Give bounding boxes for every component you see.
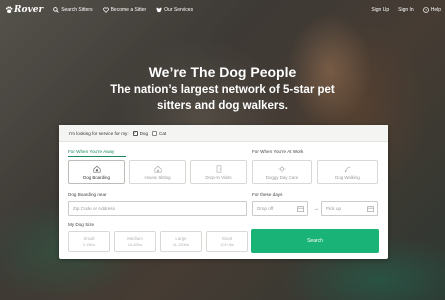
pickup-placeholder: Pick up	[326, 206, 342, 211]
nav-our-services-label: Our Services	[164, 6, 194, 13]
service-dog-boarding[interactable]: Dog Boarding	[68, 160, 125, 184]
rover-logo[interactable]: Rover	[5, 5, 43, 15]
dog-boarding-icon	[92, 165, 101, 173]
dog-checkbox[interactable]: ✓ Dog	[132, 130, 149, 136]
dropoff-placeholder: Drop off	[257, 206, 274, 211]
service-doggy-day-care[interactable]: Doggy Day Care	[252, 160, 312, 184]
dog-checkbox-label: Dog	[139, 130, 149, 136]
size-name: Small	[83, 236, 95, 241]
nav-become-sitter[interactable]: Become a Sitter	[102, 6, 147, 13]
nav-sign-up[interactable]: Sign Up	[371, 7, 389, 13]
door-icon	[216, 164, 221, 173]
nav-help[interactable]: ? Help	[422, 6, 441, 13]
size-option-large[interactable]: Large 41-100lbs	[160, 231, 202, 252]
pet-type-bar: I'm looking for service for my: ✓ Dog Ca…	[59, 125, 388, 142]
size-label: My Dog Size	[68, 222, 95, 227]
size-option-small[interactable]: Small 0-15lbs	[68, 231, 110, 252]
size-option-medium[interactable]: Medium 16-40lbs	[114, 231, 156, 252]
date-range-arrow-icon: →	[313, 206, 319, 212]
help-icon: ?	[422, 6, 429, 13]
service-house-sitting[interactable]: House Sitting	[129, 160, 186, 184]
hero-title: We’re The Dog People	[148, 64, 297, 80]
house-icon	[153, 165, 162, 173]
svg-text:?: ?	[425, 8, 427, 12]
service-dog-boarding-label: Dog Boarding	[83, 174, 110, 180]
work-section-label[interactable]: For When You're At Work	[252, 149, 303, 154]
leash-icon	[344, 166, 351, 172]
sun-icon	[278, 164, 286, 173]
nav-sign-up-label: Sign Up	[371, 6, 390, 13]
days-label: For these days	[252, 192, 283, 197]
nav-sign-in[interactable]: Sign In	[398, 7, 414, 13]
pickup-input[interactable]: Pick up	[321, 201, 378, 216]
location-label: Dog Boarding near	[68, 192, 107, 197]
dog-icon	[156, 7, 162, 12]
cat-checkbox-label: Cat	[159, 130, 167, 136]
paw-icon	[5, 5, 13, 13]
nav-our-services[interactable]: Our Services	[156, 7, 193, 13]
service-house-sitting-label: House Sitting	[144, 174, 171, 180]
away-tab-underline	[68, 156, 126, 157]
nav-become-sitter-label: Become a Sitter	[110, 6, 147, 13]
nav-search-sitters[interactable]: Search Sitters	[53, 6, 93, 13]
size-weight: 101+lbs	[220, 243, 234, 247]
calendar-icon	[367, 206, 374, 212]
dog-check-icon: ✓	[132, 130, 138, 136]
logo-text: Rover	[14, 4, 44, 15]
nav-search-sitters-label: Search Sitters	[61, 6, 93, 13]
size-weight: 16-40lbs	[127, 243, 143, 247]
heart-icon	[102, 7, 109, 13]
service-drop-in-visits-label: Drop-In Visits	[205, 174, 232, 180]
service-dog-walking-label: Dog Walking	[335, 174, 360, 180]
cat-checkbox[interactable]: Cat	[152, 130, 167, 136]
cat-check-box	[152, 130, 158, 136]
size-name: Large	[175, 236, 187, 241]
search-card: I'm looking for service for my: ✓ Dog Ca…	[59, 125, 388, 259]
size-option-giant[interactable]: Giant 101+lbs	[206, 231, 248, 252]
calendar-icon	[297, 206, 304, 212]
away-section-label[interactable]: For When You're Away	[68, 149, 114, 154]
service-dog-walking[interactable]: Dog Walking	[317, 160, 378, 184]
nav-help-label: Help	[430, 6, 441, 13]
service-drop-in-visits[interactable]: Drop-In Visits	[190, 160, 247, 184]
looking-for-label: I'm looking for service for my:	[69, 130, 129, 136]
hero-subtitle: The nation’s largest network of 5-star p…	[110, 84, 335, 112]
dropoff-input[interactable]: Drop off	[252, 201, 308, 216]
service-doggy-day-care-label: Doggy Day Care	[265, 174, 299, 180]
nav-sign-in-label: Sign In	[398, 6, 414, 13]
size-weight: 41-100lbs	[172, 243, 190, 247]
top-nav: Rover Search Sitters Become a Sitter Our…	[0, 0, 445, 19]
size-weight: 0-15lbs	[82, 243, 96, 247]
size-name: Medium	[127, 236, 143, 241]
search-icon	[53, 6, 59, 13]
location-input[interactable]: Zip Code or Address	[68, 201, 247, 216]
location-placeholder: Zip Code or Address	[73, 206, 115, 211]
search-button[interactable]: Search	[251, 229, 379, 253]
size-name: Giant	[221, 236, 233, 241]
